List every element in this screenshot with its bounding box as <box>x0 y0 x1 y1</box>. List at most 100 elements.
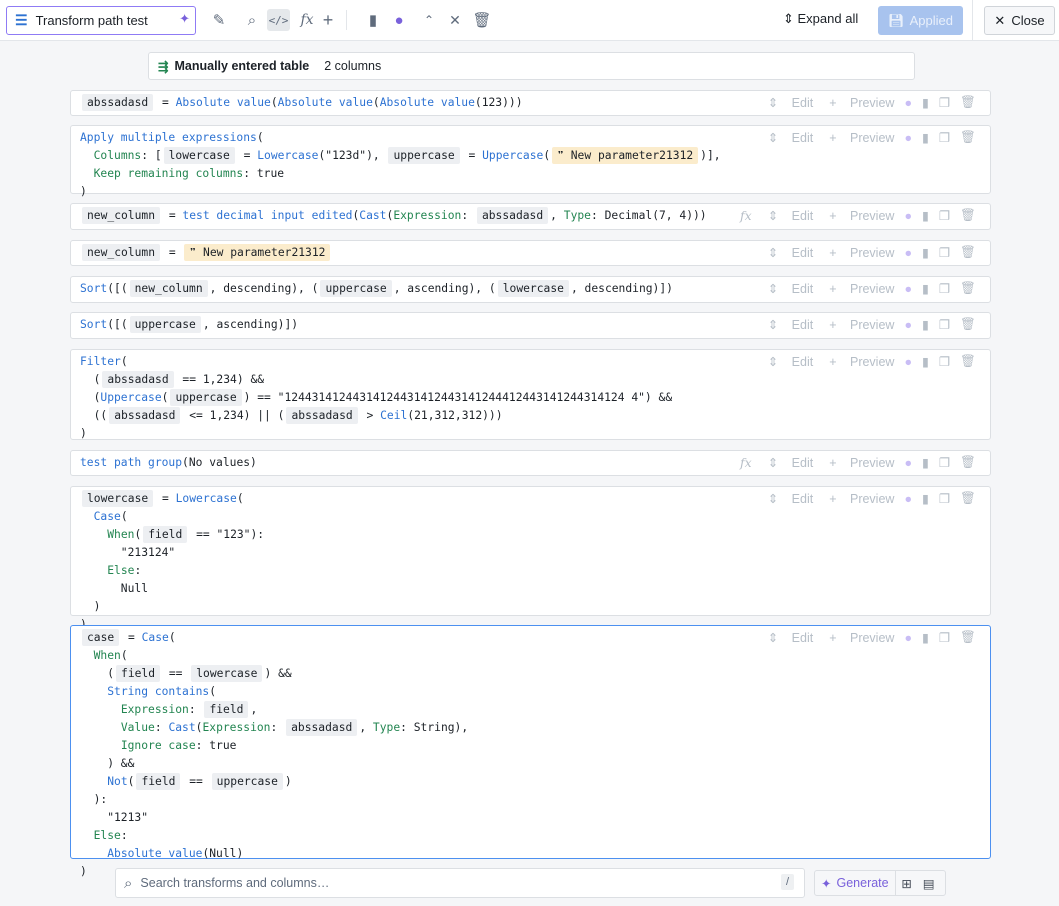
transform-card[interactable]: new_column = test decimal input edited(C… <box>70 203 991 230</box>
transform-card[interactable]: new_column = ❞ New parameter21312 ⇕ Edit +… <box>70 240 991 266</box>
lightbulb-icon[interactable]: ● <box>904 456 912 470</box>
lightbulb-icon[interactable]: ● <box>904 355 912 369</box>
clipboard-icon[interactable]: ▮ <box>922 95 929 110</box>
edit-button[interactable]: ⇕ Edit <box>768 354 814 369</box>
column-chip[interactable]: lowercase <box>82 490 154 507</box>
duplicate-icon[interactable]: ❐ <box>939 317 950 332</box>
edit-button[interactable]: ⇕ Edit <box>768 317 814 332</box>
duplicate-icon[interactable]: ❐ <box>939 491 950 506</box>
clipboard-icon[interactable]: ▮ <box>922 208 929 223</box>
trash-icon[interactable]: 🗑︎ <box>960 245 976 260</box>
preview-button[interactable]: + Preview <box>829 246 894 260</box>
transform-card[interactable]: Apply multiple expressions( Columns: [lo… <box>70 125 991 198</box>
column-chip[interactable]: uppercase <box>320 280 392 297</box>
duplicate-icon[interactable]: ❐ <box>939 208 950 223</box>
lightbulb-icon[interactable]: ● <box>904 631 912 645</box>
column-chip[interactable]: lowercase <box>497 280 569 297</box>
duplicate-icon[interactable]: ❐ <box>939 130 950 145</box>
add-icon[interactable]: + <box>319 9 337 31</box>
preview-button[interactable]: + Preview <box>829 318 894 332</box>
clipboard-icon[interactable]: ▮ <box>922 317 929 332</box>
add-text-icon[interactable]: ⊞ <box>896 876 918 891</box>
clipboard-icon[interactable]: ▮ <box>922 130 929 145</box>
lightbulb-icon[interactable]: ● <box>904 131 912 145</box>
column-chip[interactable]: abssadasd <box>82 94 154 111</box>
transform-card[interactable]: test path group(No values) fx ⇕ Edit + Prev… <box>70 450 991 476</box>
column-chip[interactable]: lowercase <box>191 665 263 682</box>
trash-icon[interactable]: 🗑︎ <box>960 630 976 645</box>
trash-icon[interactable]: 🗑︎ <box>960 130 976 145</box>
paste-icon[interactable]: ▤ <box>918 876 940 891</box>
parameter-chip[interactable]: ❞ New parameter21312 <box>184 244 331 261</box>
clipboard-icon[interactable]: ▮ <box>922 455 929 470</box>
column-chip[interactable]: new_column <box>82 244 161 261</box>
close-button[interactable]: ✕ Close <box>984 6 1055 35</box>
trash-icon[interactable]: 🗑 <box>472 9 491 31</box>
column-chip[interactable]: abssadasd <box>109 407 181 424</box>
function-icon[interactable]: fx <box>740 208 752 223</box>
duplicate-icon[interactable]: ❐ <box>939 455 950 470</box>
preview-button[interactable]: + Preview <box>829 131 894 145</box>
clipboard-icon[interactable]: ▮ <box>922 354 929 369</box>
sparkle-icon[interactable]: ✦ <box>179 11 190 27</box>
function-icon[interactable]: fx <box>740 455 752 470</box>
preview-button[interactable]: + Preview <box>829 492 894 506</box>
code-icon[interactable]: </> <box>267 9 290 31</box>
column-chip[interactable]: lowercase <box>163 147 235 164</box>
function-icon[interactable]: fx <box>297 9 317 31</box>
trash-icon[interactable]: 🗑︎ <box>960 354 976 369</box>
expand-icon[interactable]: ⌃ <box>420 9 438 31</box>
search-input[interactable]: ⌕ Search transforms and columns… / <box>115 868 805 898</box>
preview-button[interactable]: + Preview <box>829 456 894 470</box>
column-chip[interactable]: uppercase <box>129 316 201 333</box>
column-chip[interactable]: abssadasd <box>286 719 358 736</box>
search-preview-icon[interactable]: ⌕ <box>241 9 263 31</box>
column-chip[interactable]: abssadasd <box>476 207 549 224</box>
clipboard-icon[interactable]: ▮ <box>922 491 929 506</box>
duplicate-icon[interactable]: ❐ <box>939 281 950 296</box>
column-chip[interactable]: field <box>204 701 249 718</box>
collapse-icon[interactable]: ✕ <box>446 9 464 31</box>
lightbulb-icon[interactable]: ● <box>390 9 408 31</box>
edit-button[interactable]: ⇕ Edit <box>768 281 814 296</box>
edit-button[interactable]: ⇕ Edit <box>768 95 814 110</box>
preview-button[interactable]: + Preview <box>829 631 894 645</box>
path-title-input[interactable]: ☰ Transform path test ✦ <box>6 6 196 35</box>
lightbulb-icon[interactable]: ● <box>904 492 912 506</box>
column-chip[interactable]: new_column <box>82 207 161 224</box>
duplicate-icon[interactable]: ❐ <box>939 245 950 260</box>
preview-button[interactable]: + Preview <box>829 209 894 223</box>
lightbulb-icon[interactable]: ● <box>904 209 912 223</box>
transform-card[interactable]: Sort([(uppercase, ascending)]) ⇕ Edit + Pr… <box>70 312 991 339</box>
lightbulb-icon[interactable]: ● <box>904 318 912 332</box>
column-chip[interactable]: field <box>143 526 188 543</box>
column-chip[interactable]: abssadasd <box>102 371 174 388</box>
column-chip[interactable]: abssadasd <box>286 407 358 424</box>
duplicate-icon[interactable]: ❐ <box>939 95 950 110</box>
transform-card[interactable]: Sort([(new_column, descending), (upperca… <box>70 276 991 303</box>
transform-card[interactable]: case = Case( When( (field == lowercase) … <box>70 625 991 878</box>
column-chip[interactable]: case <box>82 629 120 646</box>
clipboard-icon[interactable]: ▮ <box>922 245 929 260</box>
column-chip[interactable]: uppercase <box>211 773 283 790</box>
edit-button[interactable]: ⇕ Edit <box>768 491 814 506</box>
applied-button[interactable]: 💾︎ Applied <box>878 6 963 35</box>
trash-icon[interactable]: 🗑︎ <box>960 208 976 223</box>
preview-button[interactable]: + Preview <box>829 355 894 369</box>
lightbulb-icon[interactable]: ● <box>904 246 912 260</box>
lightbulb-icon[interactable]: ● <box>904 282 912 296</box>
trash-icon[interactable]: 🗑︎ <box>960 455 976 470</box>
column-chip[interactable]: uppercase <box>170 389 242 406</box>
expand-all-button[interactable]: ⇕ Expand all <box>783 11 858 27</box>
edit-button[interactable]: ⇕ Edit <box>768 245 814 260</box>
column-chip[interactable]: uppercase <box>388 147 460 164</box>
clipboard-icon[interactable]: ▮ <box>364 9 382 31</box>
transform-card[interactable]: lowercase = Lowercase( Case( When(field … <box>70 486 991 631</box>
lightbulb-icon[interactable]: ● <box>904 96 912 110</box>
transform-card[interactable]: Filter( (abssadasd == 1,234) && (Upperca… <box>70 349 991 440</box>
edit-button[interactable]: ⇕ Edit <box>768 208 814 223</box>
column-chip[interactable]: new_column <box>129 280 208 297</box>
trash-icon[interactable]: 🗑︎ <box>960 95 976 110</box>
clipboard-icon[interactable]: ▮ <box>922 630 929 645</box>
duplicate-icon[interactable]: ❐ <box>939 354 950 369</box>
